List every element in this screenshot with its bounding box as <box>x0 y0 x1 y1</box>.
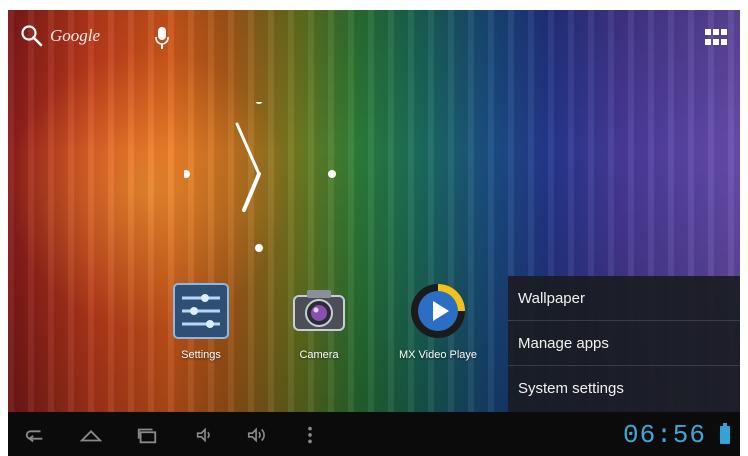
settings-app-shortcut[interactable]: Settings <box>156 282 246 361</box>
settings-icon <box>173 283 229 339</box>
search-icon <box>21 25 43 47</box>
home-context-menu: Wallpaper Manage apps System settings <box>508 276 740 412</box>
menu-dots-icon[interactable] <box>304 424 316 446</box>
camera-icon <box>293 290 345 331</box>
recent-apps-icon[interactable] <box>136 424 158 446</box>
battery-icon[interactable] <box>720 423 730 444</box>
analog-clock-widget[interactable] <box>184 102 344 262</box>
menu-item-manage-apps[interactable]: Manage apps <box>508 321 740 366</box>
volume-up-icon[interactable] <box>246 424 268 446</box>
settings-label: Settings <box>181 349 221 361</box>
apps-grid-icon[interactable] <box>704 28 728 46</box>
home-icon[interactable] <box>80 424 102 446</box>
google-search-bar[interactable]: Google <box>20 24 100 48</box>
mx-video-player-app-shortcut[interactable]: MX Video Playe <box>393 282 483 361</box>
camera-label: Camera <box>299 349 339 361</box>
camera-app-shortcut[interactable]: Camera <box>274 282 364 361</box>
minute-hand <box>242 172 261 212</box>
video-player-icon <box>411 284 465 338</box>
search-label: Google <box>50 26 101 45</box>
menu-item-wallpaper[interactable]: Wallpaper <box>508 276 740 321</box>
mic-icon[interactable] <box>155 26 169 50</box>
system-navigation-bar: 06:56 <box>8 412 740 456</box>
hour-hand <box>235 122 261 176</box>
status-clock[interactable]: 06:56 <box>623 420 706 450</box>
volume-down-icon[interactable] <box>194 424 216 446</box>
home-screen: Google Settings Camera MX Video Playe Wa… <box>8 10 740 412</box>
back-icon[interactable] <box>24 424 46 446</box>
menu-item-system-settings[interactable]: System settings <box>508 366 740 411</box>
video-player-label: MX Video Playe <box>398 349 478 361</box>
